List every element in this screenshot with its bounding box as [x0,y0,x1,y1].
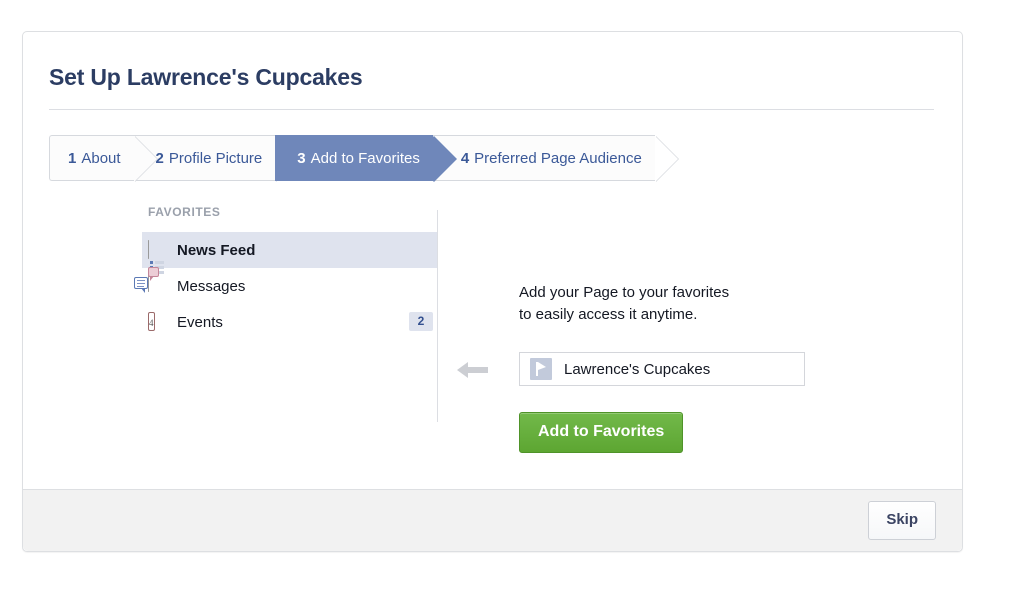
page-name-row: Lawrence's Cupcakes [457,352,809,386]
title-divider [49,109,934,110]
step-3-label: Add to Favorites [310,149,420,167]
page-name-field[interactable]: Lawrence's Cupcakes [519,352,805,386]
arrow-left-icon [457,360,489,380]
events-icon-day: 4 [149,318,154,328]
sidebar-item-events[interactable]: 4 Events 2 [142,304,438,340]
step-3-number: 3 [297,149,306,167]
step-2-label: Profile Picture [168,149,263,167]
step-1-about[interactable]: 1 About [49,135,157,182]
step-4-number: 4 [460,149,470,167]
events-icon: 4 [148,312,166,331]
step-4-preferred-page-audience[interactable]: 4 Preferred Page Audience [432,135,679,182]
setup-steps-breadcrumb: 1 About 2 Profile Picture 3 Add to Favor… [49,135,679,182]
panel-vertical-divider [437,210,438,422]
favorites-heading: FAVORITES [148,205,221,219]
setup-dialog-card: Set Up Lawrence's Cupcakes 1 About 2 Pro… [22,31,963,552]
sidebar-item-news-feed[interactable]: News Feed [142,232,438,292]
dialog-body: Set Up Lawrence's Cupcakes 1 About 2 Pro… [23,32,962,490]
sidebar-item-messages[interactable]: Messages [134,267,438,304]
sidebar-item-events-label: Events [177,313,223,331]
flag-icon [530,358,552,380]
favorites-instructions: Add your Page to your favorites to easil… [457,200,809,453]
page-name-text: Lawrence's Cupcakes [564,360,711,378]
favorites-sidebar-mock: FAVORITES News Feed Messages 4 Events 2 [134,200,438,340]
dialog-footer: Skip [23,489,962,551]
promo-line-2: to easily access it anytime. [519,306,698,323]
messages-icon [134,267,166,295]
skip-button[interactable]: Skip [868,501,936,540]
step-4-label: Preferred Page Audience [474,149,642,167]
sidebar-item-news-feed-label: News Feed [177,241,256,259]
page-title: Set Up Lawrence's Cupcakes [49,64,363,90]
promo-text: Add your Page to your favorites to easil… [519,200,809,326]
sidebar-item-messages-label: Messages [177,277,246,295]
news-feed-icon [148,240,166,292]
events-unread-badge: 2 [409,312,433,331]
promo-line-1: Add your Page to your favorites [519,284,730,301]
step-1-number: 1 [68,149,77,167]
step-1-label: About [81,149,121,167]
favorites-list: News Feed Messages 4 Events 2 [134,232,438,340]
favorites-preview-panel: FAVORITES News Feed Messages 4 Events 2 … [49,200,934,453]
add-to-favorites-button[interactable]: Add to Favorites [519,412,684,453]
step-3-add-to-favorites[interactable]: 3 Add to Favorites [275,135,457,182]
